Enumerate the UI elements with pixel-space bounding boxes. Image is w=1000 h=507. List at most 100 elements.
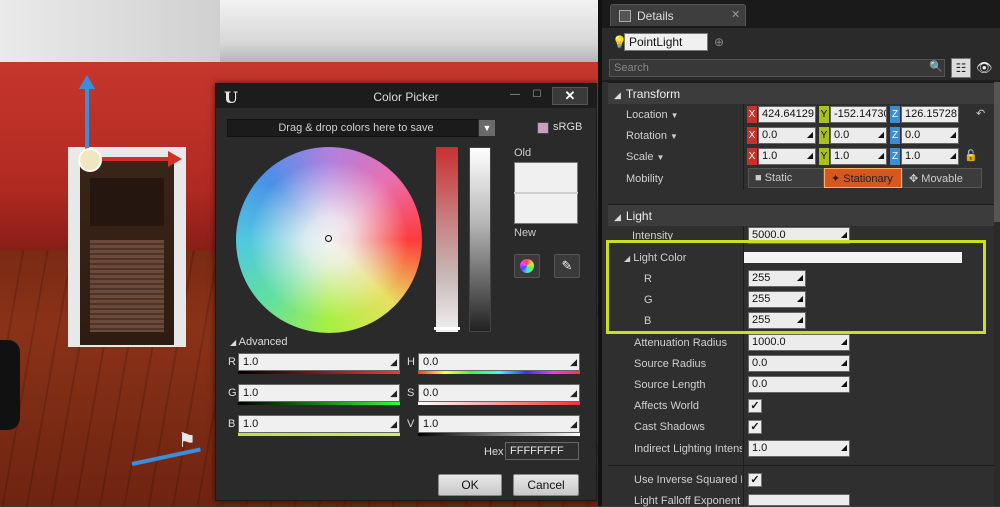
- indirect-lighting-field[interactable]: 1.0 ◢: [748, 440, 850, 457]
- color-wheel-mode-button[interactable]: [514, 254, 540, 278]
- cast-shadows-checkbox[interactable]: ✓: [748, 420, 762, 434]
- source-radius-field[interactable]: 0.0 ◢: [748, 355, 850, 372]
- maximize-icon[interactable]: ☐: [528, 88, 546, 102]
- inverse-squared-label: Use Inverse Squared Fa: [634, 474, 742, 486]
- color-wheel-icon: [520, 259, 534, 274]
- source-radius-label: Source Radius: [634, 358, 707, 370]
- s-field[interactable]: 0.0 ◢: [418, 384, 580, 402]
- scrollbar-thumb[interactable]: [994, 82, 1000, 222]
- gizmo-z-arrow-head[interactable]: [79, 75, 95, 89]
- axis-z-badge: Z: [890, 127, 900, 144]
- axis-y-badge: Y: [819, 127, 829, 144]
- static-icon: ■: [755, 172, 765, 184]
- lock-icon[interactable]: ⊕: [714, 35, 724, 49]
- details-scrollbar[interactable]: [994, 82, 1000, 506]
- advanced-section-header[interactable]: ◢ Advanced: [230, 336, 288, 348]
- chevron-down-icon[interactable]: ▼: [478, 119, 496, 137]
- light-header-label: Light: [625, 209, 652, 223]
- h-field[interactable]: 0.0 ◢: [418, 353, 580, 371]
- mobility-stationary-button[interactable]: ✦ Stationary: [824, 168, 902, 188]
- search-input[interactable]: Search: [609, 59, 945, 77]
- movable-label: Movable: [921, 173, 963, 185]
- attenuation-radius-field[interactable]: 1000.0 ◢: [748, 334, 850, 351]
- player-start-icon[interactable]: ⚑: [178, 428, 204, 452]
- rotation-x-field[interactable]: 0.0 ◢: [758, 127, 816, 144]
- location-label[interactable]: Location ▼: [626, 109, 679, 121]
- scale-label-text: Scale: [626, 151, 654, 163]
- point-light-icon[interactable]: [78, 148, 102, 172]
- scale-label[interactable]: Scale ▼: [626, 151, 664, 163]
- rotation-label[interactable]: Rotation ▼: [626, 130, 678, 142]
- eyedropper-button[interactable]: ✎: [554, 254, 580, 278]
- search-row: Search 🔍 ☷ 👁: [602, 56, 1000, 80]
- axis-y-badge: Y: [819, 148, 829, 165]
- axis-x-badge: X: [747, 127, 757, 144]
- location-z-field[interactable]: 126.15728: [901, 106, 959, 123]
- mobility-movable-button[interactable]: ✥ Movable: [902, 168, 982, 188]
- affects-world-checkbox[interactable]: ✓: [748, 399, 762, 413]
- affects-world-label: Affects World: [634, 400, 700, 412]
- axis-y-badge: Y: [819, 106, 829, 123]
- r-field[interactable]: 1.0 ◢: [238, 353, 400, 371]
- location-y-value: -152.14730: [834, 108, 887, 120]
- actor-name-field[interactable]: PointLight: [624, 33, 708, 51]
- tab-details[interactable]: Details ✕: [610, 4, 746, 26]
- rotation-z-value: 0.0: [905, 129, 921, 141]
- mobility-static-button[interactable]: ■ Static: [748, 168, 824, 188]
- scale-z-field[interactable]: 1.0 ◢: [901, 148, 959, 165]
- g-label: G: [228, 387, 237, 399]
- g-gradient-bar: [238, 402, 400, 405]
- lock-scale-icon[interactable]: 🔓: [964, 149, 978, 162]
- ok-button[interactable]: OK: [438, 474, 502, 496]
- g-field[interactable]: 1.0 ◢: [238, 384, 400, 402]
- drag-handle-icon: ◢: [390, 419, 397, 429]
- srgb-label: sRGB: [553, 121, 583, 133]
- h-value: 0.0: [423, 356, 439, 368]
- saved-colors-dropzone[interactable]: Drag & drop colors here to save: [227, 119, 485, 137]
- eye-icon[interactable]: 👁: [976, 60, 993, 76]
- scale-x-field[interactable]: 1.0 ◢: [758, 148, 816, 165]
- gizmo-x-axis-arrow[interactable]: [93, 157, 173, 161]
- color-wheel-cursor[interactable]: [325, 235, 332, 242]
- source-length-field[interactable]: 0.0 ◢: [748, 376, 850, 393]
- source-radius-value: 0.0: [752, 357, 768, 369]
- tab-details-label: Details: [637, 9, 674, 23]
- gizmo-x-arrow-head[interactable]: [168, 151, 182, 167]
- h-gradient-bar: [418, 371, 580, 374]
- light-category-header[interactable]: ◢ Light: [608, 204, 994, 226]
- saturation-slider-handle[interactable]: [434, 327, 460, 330]
- drag-handle-icon: ◢: [570, 388, 577, 398]
- close-tab-icon[interactable]: ✕: [731, 8, 740, 21]
- location-y-field[interactable]: -152.14730: [830, 106, 887, 123]
- search-icon[interactable]: 🔍: [929, 60, 943, 73]
- gizmo-z-axis-arrow[interactable]: [85, 85, 89, 157]
- r-label: R: [228, 356, 236, 368]
- cancel-button[interactable]: Cancel: [513, 474, 579, 496]
- stationary-label: Stationary: [843, 173, 893, 185]
- srgb-checkbox[interactable]: [537, 122, 549, 134]
- scale-y-field[interactable]: 1.0 ◢: [830, 148, 887, 165]
- transform-category-header[interactable]: ◢ Transform: [608, 82, 994, 104]
- cast-shadows-label: Cast Shadows: [634, 421, 705, 433]
- eyedropper-icon: ✎: [561, 258, 573, 273]
- v-field[interactable]: 1.0 ◢: [418, 415, 580, 433]
- drag-handle-icon: ◢: [949, 130, 956, 139]
- color-picker-titlebar[interactable]: U Color Picker — ☐ ✕: [216, 84, 596, 108]
- rotation-z-field[interactable]: 0.0 ◢: [901, 127, 959, 144]
- value-slider[interactable]: [469, 147, 491, 332]
- b-value: 1.0: [243, 418, 259, 430]
- minimize-icon[interactable]: —: [506, 88, 524, 102]
- inverse-squared-checkbox[interactable]: ✓: [748, 473, 762, 487]
- location-x-field[interactable]: 424.64129: [758, 106, 816, 123]
- property-matrix-icon[interactable]: ☷: [951, 58, 971, 78]
- rotation-y-field[interactable]: 0.0 ◢: [830, 127, 887, 144]
- saturation-slider[interactable]: [436, 147, 458, 332]
- hex-input[interactable]: FFFFFFFF: [505, 442, 579, 460]
- b-field[interactable]: 1.0 ◢: [238, 415, 400, 433]
- close-button[interactable]: ✕: [552, 87, 588, 105]
- light-color-highlight-box: [606, 240, 986, 334]
- drag-handle-icon: ◢: [840, 230, 847, 239]
- reset-to-default-icon[interactable]: ↶: [976, 107, 985, 120]
- color-wheel[interactable]: [236, 147, 422, 333]
- light-falloff-field[interactable]: [748, 494, 850, 506]
